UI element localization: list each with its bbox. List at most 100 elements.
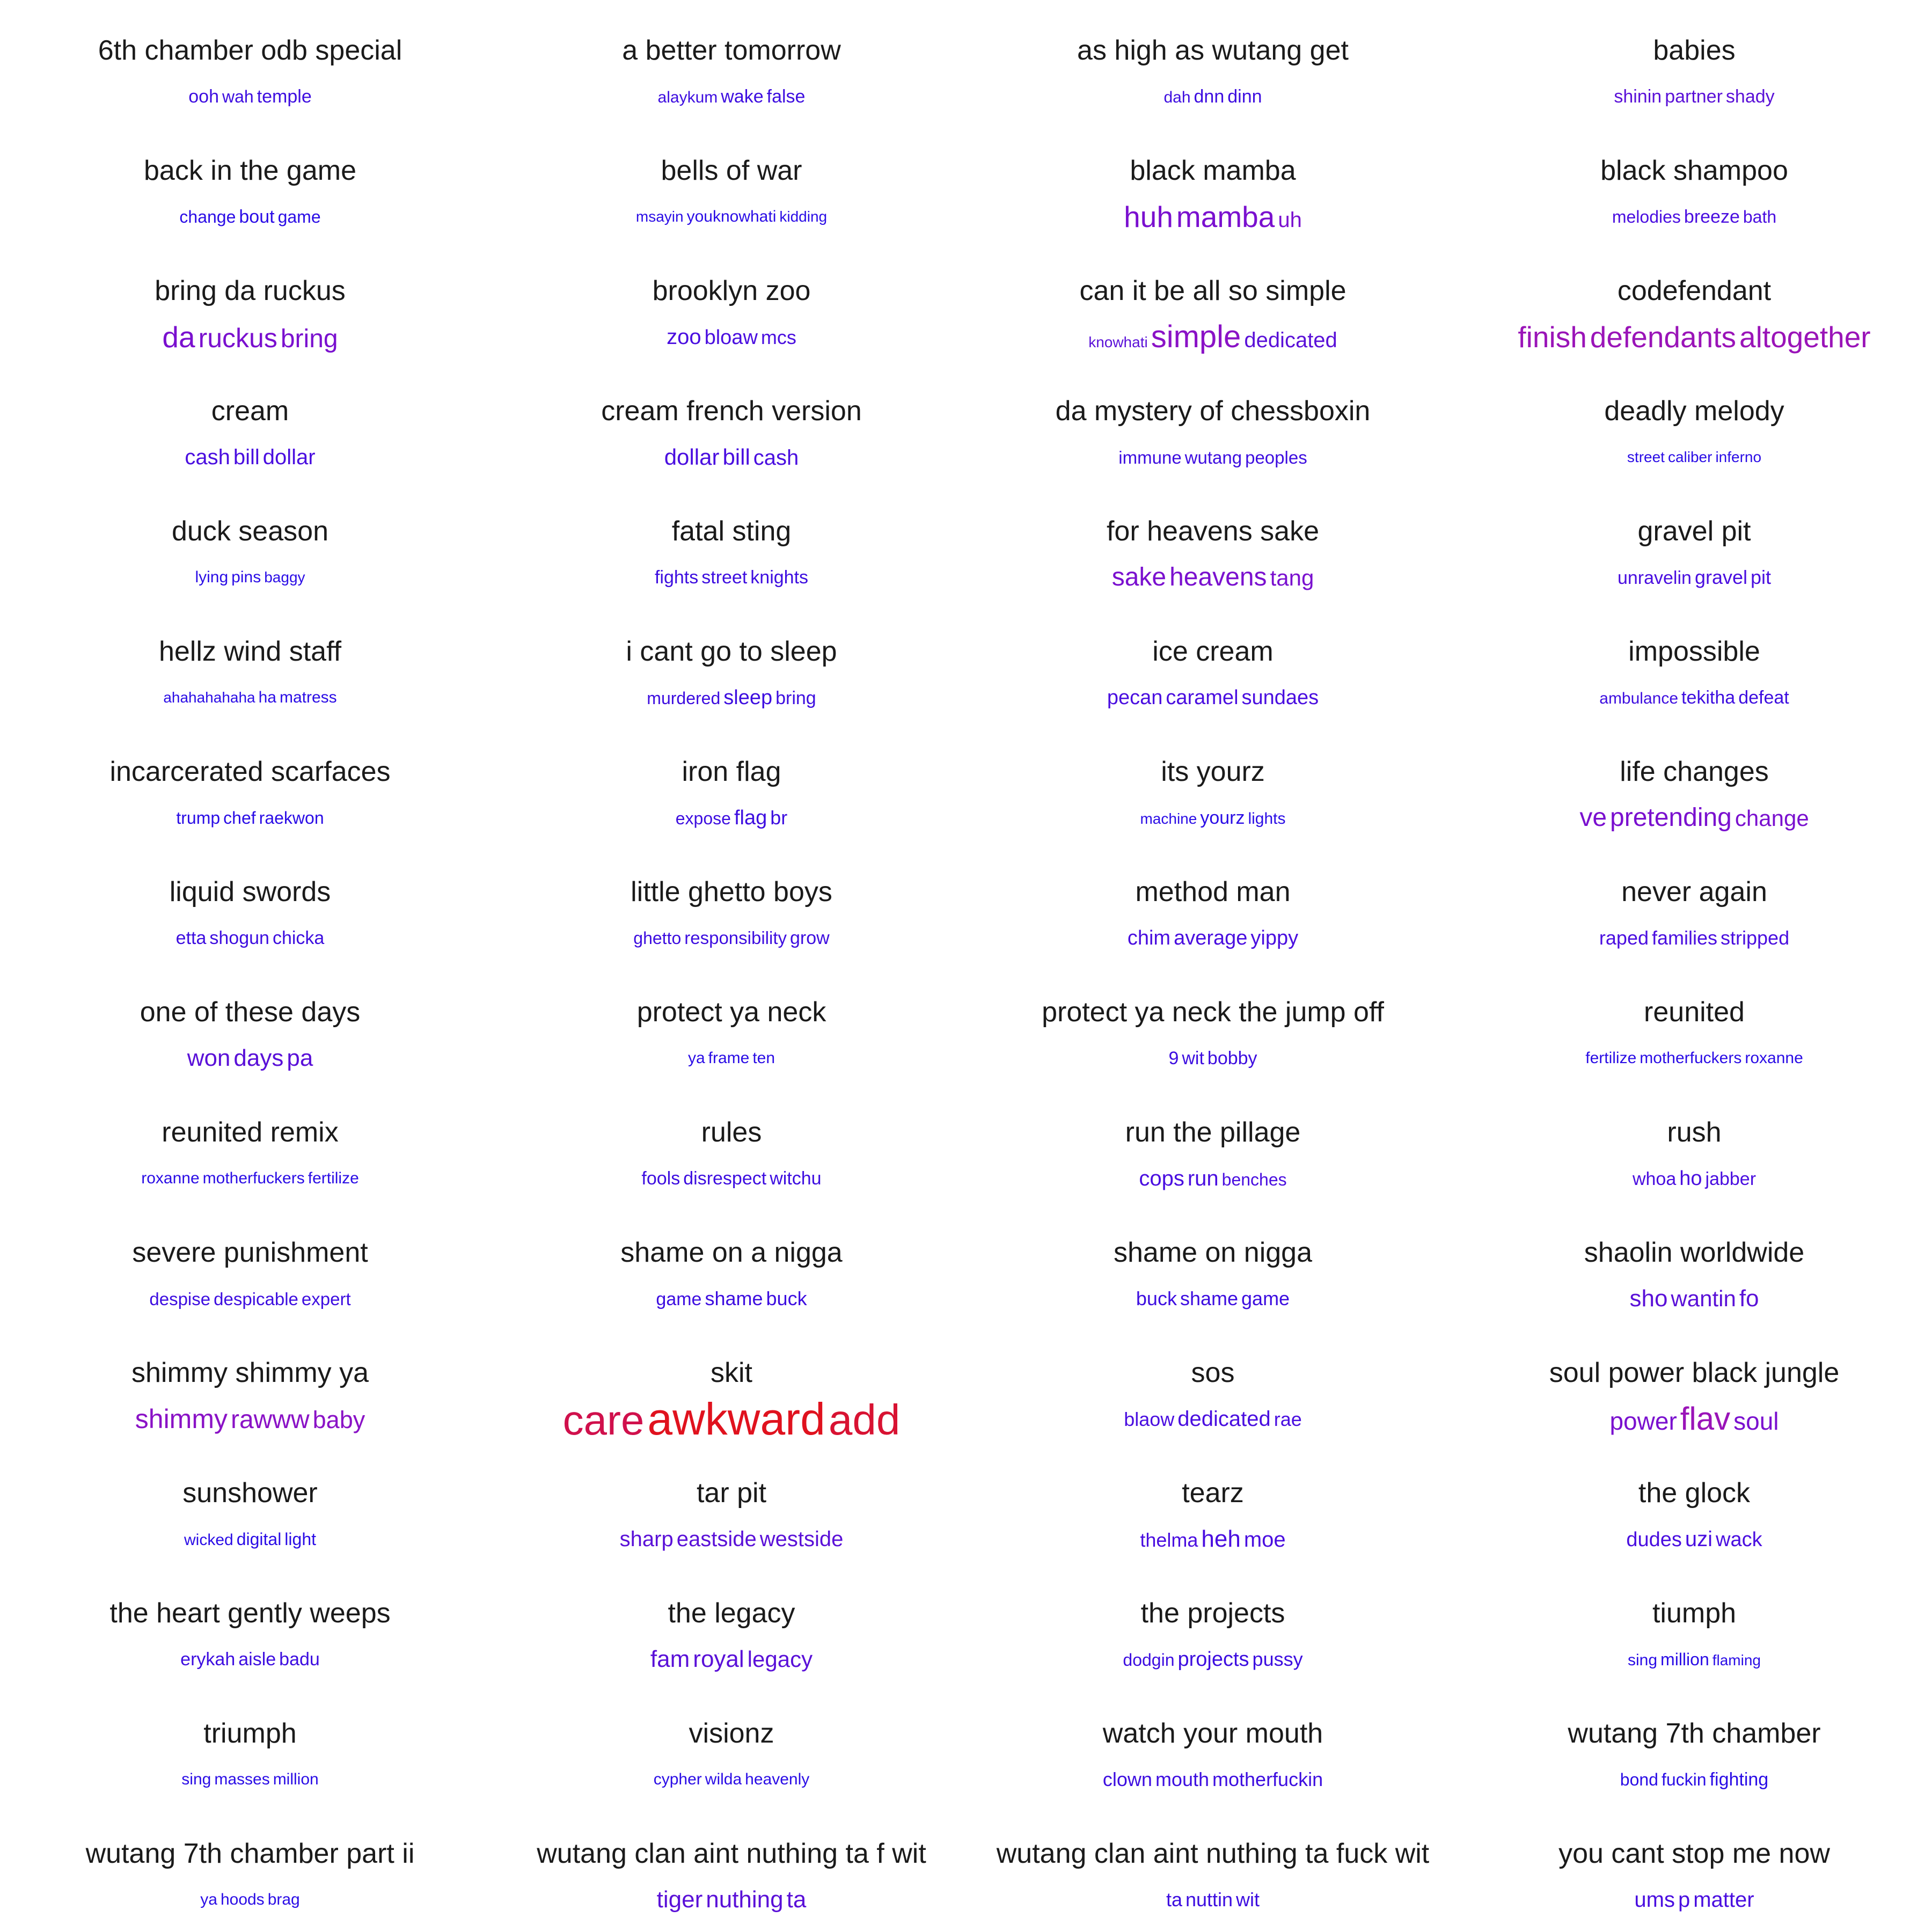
panel-title: deadly melody bbox=[1604, 396, 1784, 427]
word-row: bond fuckin fighting bbox=[1619, 1770, 1770, 1789]
cloud-word: grow bbox=[790, 928, 830, 948]
cloud-word: motherfuckin bbox=[1212, 1768, 1323, 1790]
cloud-word: royal bbox=[693, 1646, 744, 1672]
panel-title: tearz bbox=[1182, 1477, 1244, 1509]
word-row: whoa ho jabber bbox=[1631, 1168, 1758, 1189]
word-row: alaykum wake false bbox=[656, 87, 807, 106]
panel-title: rules bbox=[701, 1117, 762, 1148]
cloud-word: nuttin bbox=[1185, 1889, 1233, 1911]
cloud-word: chim bbox=[1127, 927, 1171, 949]
cloud-word: bond bbox=[1620, 1770, 1658, 1789]
word-row: ya hoods brag bbox=[199, 1892, 301, 1908]
cloud-word: huh bbox=[1124, 200, 1173, 233]
word-row: buck shame game bbox=[1135, 1289, 1291, 1308]
cloud-word: ten bbox=[752, 1049, 775, 1067]
word-row: sing masses million bbox=[180, 1772, 320, 1788]
cloud-word: shady bbox=[1725, 86, 1775, 107]
word-row: tiger nuthing ta bbox=[655, 1888, 808, 1912]
cloud-word: wit bbox=[1182, 1048, 1204, 1069]
panel-title: run the pillage bbox=[1125, 1117, 1301, 1148]
word-row: erykah aisle badu bbox=[179, 1650, 321, 1668]
cloud-word: heavens bbox=[1169, 563, 1267, 591]
panel-title: wutang clan aint nuthing ta fuck wit bbox=[996, 1838, 1430, 1869]
word-row: blaow dedicated rae bbox=[1122, 1408, 1304, 1430]
panel-title: incarcerated scarfaces bbox=[109, 756, 391, 787]
cloud-word: run bbox=[1187, 1167, 1219, 1190]
cloud-word: add bbox=[828, 1396, 901, 1444]
cloud-word: sake bbox=[1111, 563, 1167, 591]
cloud-word: sing bbox=[181, 1770, 211, 1788]
panel-title: can it be all so simple bbox=[1079, 275, 1346, 306]
word-row: ghetto responsibility grow bbox=[632, 929, 831, 947]
cloud-word: chicka bbox=[272, 928, 325, 948]
panel-title: ice cream bbox=[1152, 636, 1274, 667]
cloud-word: sundaes bbox=[1241, 686, 1319, 709]
cloud-word: hoods bbox=[220, 1891, 265, 1908]
word-row: despise despicable expert bbox=[148, 1290, 352, 1308]
panel-title: 6th chamber odb special bbox=[98, 35, 402, 66]
cloud-word: projects bbox=[1177, 1648, 1249, 1671]
cloud-word: disrespect bbox=[683, 1168, 767, 1189]
cloud-word: flag bbox=[734, 807, 767, 829]
cloud-word: legacy bbox=[747, 1646, 813, 1672]
panel-title: iron flag bbox=[682, 756, 781, 787]
cloud-word: despicable bbox=[214, 1289, 298, 1309]
cloud-word: sing bbox=[1628, 1651, 1658, 1669]
cloud-word: masses bbox=[214, 1770, 270, 1788]
word-row: cash bill dollar bbox=[183, 447, 317, 468]
cloud-word: street bbox=[1627, 449, 1665, 465]
panel-title: rush bbox=[1667, 1117, 1722, 1148]
panel-title: as high as wutang get bbox=[1077, 35, 1349, 66]
word-row: fights street knights bbox=[653, 568, 810, 587]
cloud-word: melodies bbox=[1612, 207, 1681, 226]
word-row: unravelin gravel pit bbox=[1616, 568, 1773, 588]
word-row: chim average yippy bbox=[1126, 928, 1300, 948]
panel-title: watch your mouth bbox=[1102, 1718, 1323, 1749]
cloud-word: bobby bbox=[1207, 1048, 1257, 1069]
cloud-word: caliber bbox=[1667, 449, 1713, 465]
word-row: power flav soul bbox=[1608, 1403, 1780, 1435]
panel-title: shimmy shimmy ya bbox=[131, 1357, 369, 1388]
cloud-word: shame bbox=[1180, 1287, 1239, 1309]
cloud-word: awkward bbox=[647, 1394, 825, 1444]
cloud-word: breeze bbox=[1684, 207, 1740, 227]
panel-title: cream french version bbox=[601, 396, 862, 427]
panel-title: wutang clan aint nuthing ta f wit bbox=[537, 1838, 926, 1869]
cloud-word: sho bbox=[1629, 1285, 1668, 1312]
word-row: fertilize motherfuckers roxanne bbox=[1584, 1050, 1805, 1066]
cloud-word: matter bbox=[1693, 1888, 1754, 1912]
cloud-word: bring bbox=[775, 688, 816, 708]
word-row: ya frame ten bbox=[686, 1050, 777, 1066]
cloud-word: buck bbox=[766, 1287, 807, 1309]
cloud-word: tiger bbox=[656, 1886, 703, 1913]
panel-title: triumph bbox=[203, 1718, 297, 1749]
cloud-word: fam bbox=[650, 1646, 690, 1672]
panel-title: brooklyn zoo bbox=[652, 275, 811, 306]
word-row: sing million flaming bbox=[1626, 1651, 1762, 1668]
cloud-word: pa bbox=[287, 1045, 313, 1071]
cloud-word: altogether bbox=[1739, 320, 1871, 354]
cloud-word: ve bbox=[1579, 803, 1607, 832]
cloud-word: dah bbox=[1163, 89, 1191, 106]
cloud-word: million bbox=[1660, 1650, 1709, 1669]
cloud-word: fertilize bbox=[308, 1169, 359, 1187]
cloud-word: etta bbox=[175, 928, 207, 948]
cloud-word: expose bbox=[675, 809, 731, 828]
word-row: dah dnn dinn bbox=[1162, 87, 1263, 106]
word-row: pecan caramel sundaes bbox=[1106, 687, 1320, 708]
cloud-word: wack bbox=[1716, 1528, 1762, 1551]
cloud-word: trump bbox=[176, 808, 221, 828]
cloud-word: dinn bbox=[1227, 86, 1262, 107]
cloud-word: flaming bbox=[1712, 1652, 1761, 1668]
word-row: ooh wah temple bbox=[187, 87, 313, 106]
cloud-word: unravelin bbox=[1617, 568, 1692, 588]
cloud-word: rawww bbox=[230, 1406, 310, 1434]
cloud-word: shame bbox=[705, 1287, 763, 1309]
cloud-word: pretending bbox=[1610, 803, 1732, 832]
cloud-word: dollar bbox=[664, 444, 720, 470]
panel-title: for heavens sake bbox=[1106, 516, 1320, 547]
cloud-word: finish bbox=[1518, 320, 1587, 354]
cloud-word: aisle bbox=[238, 1649, 276, 1670]
cloud-word: motherfuckers bbox=[1640, 1049, 1742, 1067]
word-row: dodgin projects pussy bbox=[1121, 1649, 1304, 1670]
